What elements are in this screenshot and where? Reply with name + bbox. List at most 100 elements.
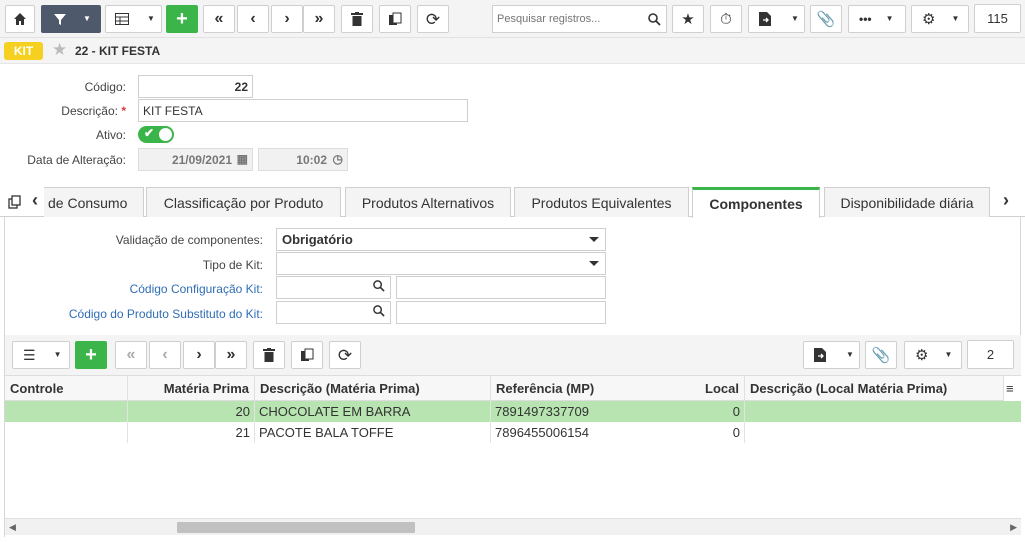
cell-materia-prima: 20: [128, 401, 255, 422]
column-header-descricao[interactable]: Descrição (Matéria Prima): [255, 376, 491, 401]
grid-attachment-button[interactable]: 📎: [865, 341, 897, 369]
refresh-button[interactable]: ⟳: [417, 5, 449, 33]
grid-next-button[interactable]: ›: [183, 341, 215, 369]
scroll-right-arrow-icon[interactable]: ▶: [1010, 522, 1017, 533]
search-icon[interactable]: [373, 305, 385, 317]
chevron-down-icon: ▼: [885, 14, 894, 23]
menu-icon: ≡: [1006, 381, 1014, 396]
tab-disponibilidade-diaria[interactable]: Disponibilidade diária: [824, 187, 990, 217]
chevron-down-icon: ▼: [951, 14, 960, 23]
export-button[interactable]: ▼: [748, 5, 805, 33]
cod-substituto-kit-field[interactable]: [276, 301, 391, 324]
cod-substituto-kit-description-field[interactable]: [396, 301, 606, 324]
grid-delete-button[interactable]: [253, 341, 285, 369]
cell-referencia: 7891497337709: [495, 404, 589, 419]
grid-add-button[interactable]: +: [75, 341, 107, 369]
delete-button[interactable]: [341, 5, 373, 33]
trash-icon: [263, 348, 275, 362]
last-record-button[interactable]: »: [303, 5, 335, 33]
search-input[interactable]: [497, 13, 647, 25]
next-record-button[interactable]: ›: [271, 5, 303, 33]
plus-icon: +: [176, 8, 188, 30]
cod-config-kit-label[interactable]: Código Configuração Kit:: [130, 282, 263, 296]
refresh-icon: ⟳: [425, 9, 441, 29]
tab-scroll-right-icon[interactable]: ›: [1003, 190, 1009, 211]
grid-settings-button[interactable]: ⚙ ▼: [904, 341, 962, 369]
descricao-field[interactable]: KIT FESTA: [138, 99, 468, 122]
cod-substituto-kit-label[interactable]: Código do Produto Substituto do Kit:: [69, 307, 263, 321]
view-mode-button[interactable]: ▼: [105, 5, 162, 33]
tab-scroll-left-icon[interactable]: ‹: [32, 190, 38, 211]
column-header-materia-prima[interactable]: Matéria Prima: [128, 376, 255, 401]
more-options-button[interactable]: ••• ▼: [848, 5, 906, 33]
tab-consumo[interactable]: de Consumo: [44, 187, 144, 217]
column-header-local[interactable]: Local: [609, 376, 745, 401]
column-header-controle[interactable]: Controle: [5, 376, 128, 401]
toggle-knob: [159, 128, 172, 141]
grid-view-button[interactable]: ☰ ▼: [12, 341, 70, 369]
column-header-descricao-local[interactable]: Descrição (Local Matéria Prima): [745, 376, 1005, 401]
grid-last-button[interactable]: »: [215, 341, 247, 369]
horizontal-scrollbar[interactable]: ◀ ▶: [5, 518, 1021, 535]
grid-export-button[interactable]: ▼: [803, 341, 860, 369]
tipo-kit-select[interactable]: [276, 252, 606, 275]
home-button[interactable]: [5, 5, 35, 33]
file-export-icon: [814, 348, 826, 362]
chevron-right-icon: ›: [284, 10, 290, 27]
first-record-button[interactable]: «: [203, 5, 235, 33]
grid-refresh-button[interactable]: ⟳: [329, 341, 361, 369]
tab-produtos-alternativos[interactable]: Produtos Alternativos: [345, 187, 511, 217]
cell-descricao: PACOTE BALA TOFFE: [255, 422, 491, 443]
cell-referencia: 7896455006154: [495, 425, 589, 440]
search-icon[interactable]: [373, 280, 385, 292]
tipo-kit-label: Tipo de Kit:: [202, 258, 263, 272]
cod-config-kit-field[interactable]: [276, 276, 391, 299]
table-row[interactable]: 20 CHOCOLATE EM BARRA 7891497337709 0: [5, 401, 1021, 422]
filter-button[interactable]: ▼: [41, 5, 101, 33]
validacao-select[interactable]: Obrigatório: [276, 228, 606, 251]
grid-previous-button[interactable]: ‹: [149, 341, 181, 369]
copy-button[interactable]: [379, 5, 411, 33]
search-icon[interactable]: [648, 13, 661, 26]
codigo-field[interactable]: 22: [138, 75, 253, 98]
data-alteracao-date-field: 21/09/2021 ▦: [138, 148, 253, 171]
scrollbar-thumb[interactable]: [177, 522, 415, 533]
plus-icon: +: [85, 344, 97, 366]
attachment-button[interactable]: 📎: [810, 5, 842, 33]
column-menu-button[interactable]: ≡: [1003, 376, 1021, 401]
double-chevron-right-icon: »: [226, 346, 236, 363]
refresh-icon: ⟳: [337, 345, 353, 365]
clock-icon: ◷: [332, 152, 343, 166]
file-export-icon: [759, 12, 771, 26]
tab-produtos-equivalentes[interactable]: Produtos Equivalentes: [514, 187, 689, 217]
grid-copy-button[interactable]: [291, 341, 323, 369]
table-view-icon: [115, 13, 129, 25]
favorite-star-icon[interactable]: ★: [52, 40, 67, 60]
list-icon: ☰: [23, 347, 36, 363]
copy-tabs-icon[interactable]: [8, 195, 22, 209]
chevron-right-icon: ›: [196, 346, 202, 363]
grid-first-button[interactable]: «: [115, 341, 147, 369]
previous-record-button[interactable]: ‹: [237, 5, 269, 33]
copy-icon: [389, 12, 402, 25]
settings-button[interactable]: ⚙ ▼: [911, 5, 969, 33]
cell-descricao-local: [745, 401, 1021, 422]
record-count: 115: [974, 4, 1021, 33]
time-value: 10:02: [296, 152, 327, 167]
table-row[interactable]: 21 PACOTE BALA TOFFE 7896455006154 0: [5, 422, 1021, 443]
ativo-toggle[interactable]: ✔: [138, 126, 174, 143]
cell-local: 0: [609, 422, 745, 443]
chevron-down-icon: ▼: [944, 350, 953, 359]
chevron-left-icon: ‹: [162, 346, 168, 363]
date-value: 21/09/2021: [171, 152, 232, 167]
timer-button[interactable]: ⏱: [710, 5, 742, 33]
cod-config-kit-description-field[interactable]: [396, 276, 606, 299]
tab-classificacao-produto[interactable]: Classificação por Produto: [146, 187, 341, 217]
required-mark: *: [121, 104, 126, 118]
tab-componentes[interactable]: Componentes: [692, 187, 820, 218]
favorite-button[interactable]: ★: [672, 5, 704, 33]
chevron-down-icon: ▼: [147, 14, 155, 23]
data-alteracao-label: Data de Alteração:: [27, 153, 126, 167]
add-button[interactable]: +: [166, 5, 198, 33]
scroll-left-arrow-icon[interactable]: ◀: [9, 522, 16, 533]
